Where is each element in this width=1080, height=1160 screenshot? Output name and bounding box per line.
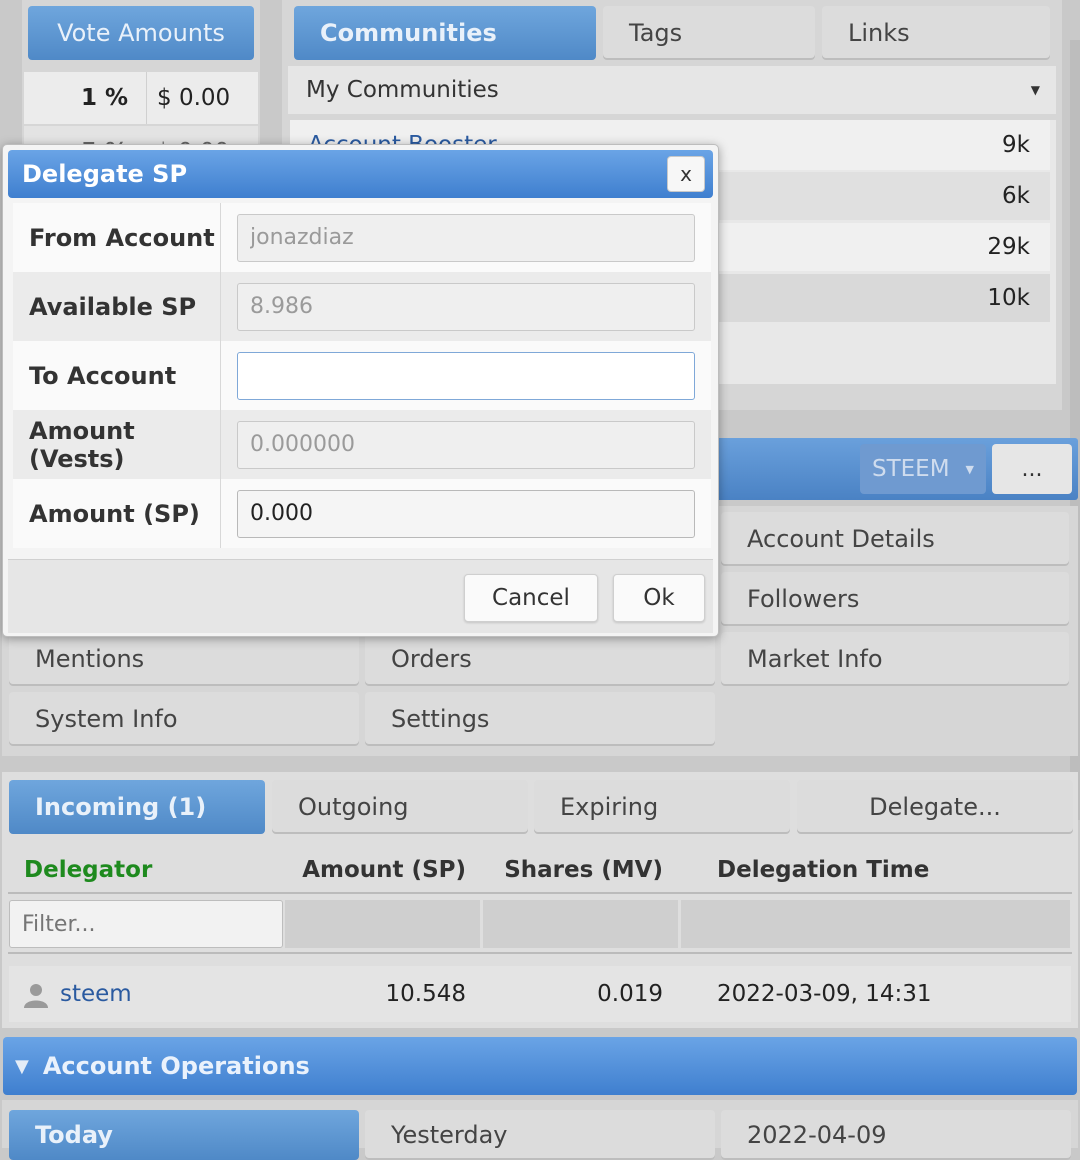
- from-account-field: [237, 213, 695, 262]
- communities-select[interactable]: My Communities ▼: [288, 66, 1056, 114]
- amount-vests-label: Amount (Vests): [29, 416, 135, 473]
- tab-yesterday[interactable]: Yesterday: [365, 1110, 715, 1160]
- available-sp-field: [237, 282, 695, 331]
- shares-cell: 0.019: [597, 981, 663, 1007]
- tab-communities-label: Communities: [320, 19, 497, 47]
- tab-outgoing[interactable]: Outgoing: [272, 780, 528, 834]
- to-account-label: To Account: [29, 361, 177, 390]
- form-row-available: Available SP: [13, 272, 711, 341]
- caret-down-icon: ▼: [965, 462, 974, 476]
- filter-divider: [8, 952, 1072, 954]
- column-delegation-time[interactable]: Delegation Time: [717, 848, 929, 892]
- menu-orders[interactable]: Orders: [365, 632, 715, 686]
- amount-vests-field: [237, 420, 695, 469]
- menu-system-info[interactable]: System Info: [9, 692, 359, 746]
- tab-today-label: Today: [35, 1121, 113, 1149]
- form-row-vests: Amount (Vests): [13, 410, 711, 479]
- account-operations-title: Account Operations: [42, 1052, 310, 1080]
- to-account-field[interactable]: [237, 351, 695, 400]
- vote-amounts-tab[interactable]: Vote Amounts: [28, 6, 254, 60]
- time-cell: 2022-03-09, 14:31: [717, 981, 932, 1007]
- caret-down-icon: ▼: [1030, 83, 1040, 97]
- menu-label: Account Details: [747, 525, 935, 553]
- header-divider: [8, 892, 1072, 894]
- delegator-link[interactable]: steem: [60, 966, 132, 1022]
- menu-settings[interactable]: Settings: [365, 692, 715, 746]
- currency-select[interactable]: STEEM ▼: [860, 444, 986, 494]
- filter-cell: [285, 900, 480, 948]
- community-count: 9k: [1002, 132, 1030, 158]
- tab-incoming-label: Incoming (1): [35, 793, 207, 821]
- delegate-sp-dialog: Delegate SP x From Account Available SP …: [2, 144, 719, 637]
- community-count: 6k: [1002, 183, 1030, 209]
- menu-label: Mentions: [35, 645, 145, 673]
- tab-expiring-label: Expiring: [560, 793, 659, 821]
- dialog-title: Delegate SP: [22, 160, 188, 188]
- currency-label: STEEM: [872, 456, 950, 482]
- column-amount-sp[interactable]: Amount (SP): [284, 848, 466, 892]
- form-row-sp: Amount (SP): [13, 479, 711, 548]
- ok-button[interactable]: Ok: [613, 574, 705, 622]
- dialog-titlebar: Delegate SP x: [8, 150, 713, 198]
- tab-links-label: Links: [848, 19, 910, 47]
- filter-input[interactable]: [9, 900, 283, 948]
- tab-outgoing-label: Outgoing: [298, 793, 409, 821]
- close-button[interactable]: x: [667, 156, 705, 192]
- filter-cell: [483, 900, 678, 948]
- vote-amounts-label: Vote Amounts: [57, 19, 225, 47]
- menu-followers[interactable]: Followers: [721, 572, 1069, 626]
- table-row: steem 10.548 0.019 2022-03-09, 14:31: [9, 966, 1071, 1022]
- tab-communities[interactable]: Communities: [294, 6, 596, 60]
- form-row-from: From Account: [13, 203, 711, 272]
- user-icon: [23, 982, 49, 1008]
- vote-value: $ 0.00: [146, 72, 258, 124]
- collapse-triangle-icon: ▼: [15, 1055, 29, 1077]
- menu-label: System Info: [35, 705, 178, 733]
- ok-label: Ok: [643, 585, 675, 611]
- cancel-label: Cancel: [492, 585, 570, 611]
- tab-incoming[interactable]: Incoming (1): [9, 780, 265, 834]
- vote-row: 1 % $ 0.00: [24, 72, 258, 124]
- amount-sp-label: Amount (SP): [29, 499, 200, 528]
- menu-market-info[interactable]: Market Info: [721, 632, 1069, 686]
- menu-mentions[interactable]: Mentions: [9, 632, 359, 686]
- tab-tags[interactable]: Tags: [603, 6, 815, 60]
- tab-date-label: 2022-04-09: [747, 1121, 887, 1149]
- menu-label: Settings: [391, 705, 490, 733]
- dialog-footer: Cancel Ok: [8, 559, 713, 633]
- available-sp-label: Available SP: [29, 292, 197, 321]
- menu-account-details[interactable]: Account Details: [721, 512, 1069, 566]
- more-label: ...: [1021, 456, 1043, 482]
- tab-links[interactable]: Links: [822, 6, 1050, 60]
- tab-today[interactable]: Today: [9, 1110, 359, 1160]
- vote-percent: 1 %: [80, 85, 128, 111]
- menu-label: Market Info: [747, 645, 883, 673]
- communities-select-label: My Communities: [306, 77, 499, 103]
- more-button[interactable]: ...: [992, 444, 1072, 494]
- delegate-button[interactable]: Delegate...: [797, 780, 1073, 834]
- menu-label: Orders: [391, 645, 472, 673]
- community-count: 29k: [987, 234, 1030, 260]
- from-account-label: From Account: [29, 223, 215, 252]
- tab-date[interactable]: 2022-04-09: [721, 1110, 1071, 1160]
- column-shares-mv[interactable]: Shares (MV): [482, 848, 663, 892]
- account-operations-header[interactable]: ▼ Account Operations: [3, 1037, 1077, 1095]
- community-count: 10k: [987, 285, 1030, 311]
- delegate-button-label: Delegate...: [869, 793, 1001, 821]
- menu-label: Followers: [747, 585, 860, 613]
- filter-cell: [681, 900, 1070, 948]
- form-row-to: To Account: [13, 341, 711, 410]
- close-icon: x: [680, 162, 692, 186]
- tab-yesterday-label: Yesterday: [391, 1121, 508, 1149]
- amount-sp-field[interactable]: [237, 489, 695, 538]
- tab-expiring[interactable]: Expiring: [534, 780, 790, 834]
- tab-tags-label: Tags: [629, 19, 683, 47]
- cancel-button[interactable]: Cancel: [464, 574, 598, 622]
- dialog-form: From Account Available SP To Account Amo…: [13, 203, 711, 548]
- amount-cell: 10.548: [385, 981, 466, 1007]
- column-delegator[interactable]: Delegator: [24, 848, 152, 892]
